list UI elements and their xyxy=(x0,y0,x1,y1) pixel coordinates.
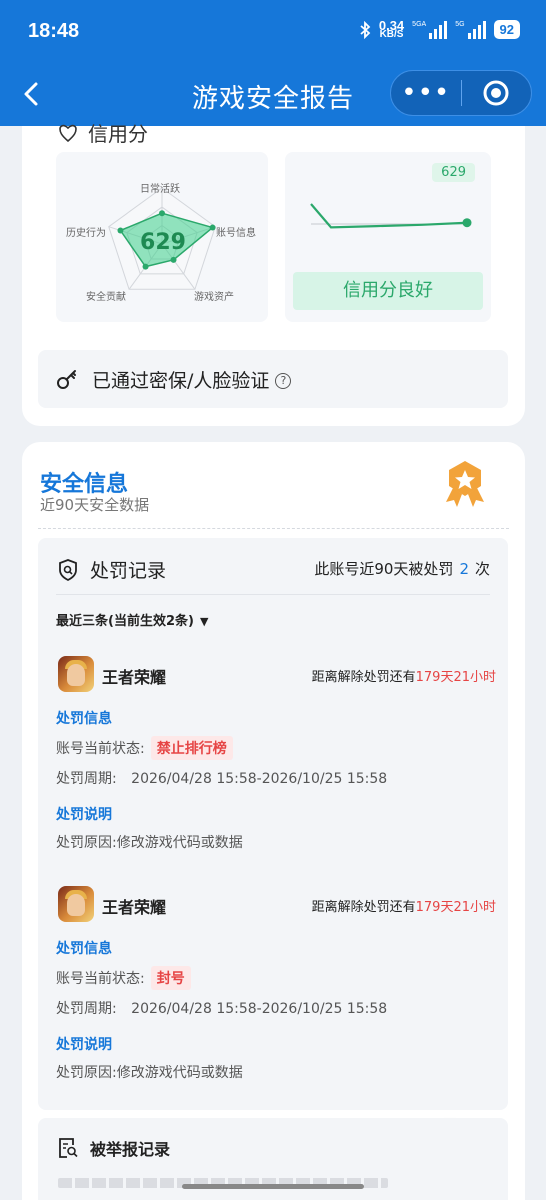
radar-label-account: 账号信息 xyxy=(216,228,256,239)
title-bar: 游戏安全报告 ••• xyxy=(0,64,546,126)
punishment-record: 王者荣耀 距离解除处罚还有179天21小时 处罚信息 账号当前状态: 封号 处罚周… xyxy=(56,886,496,1086)
punish-info-heading: 处罚信息 xyxy=(56,711,112,727)
account-status-row: 账号当前状态: 禁止排行榜 xyxy=(56,736,233,760)
heart-shield-icon xyxy=(59,124,77,142)
credit-score: 629 xyxy=(140,230,186,255)
signal-5g-icon: 5G xyxy=(455,20,486,39)
punish-reason-row: 处罚原因:修改游戏代码或数据 xyxy=(56,835,243,851)
status-badge: 封号 xyxy=(150,966,191,990)
game-icon xyxy=(58,656,94,692)
bluetooth-icon xyxy=(360,20,371,39)
status-badge: 禁止排行榜 xyxy=(150,736,233,760)
status-icons: 0.34 KB/S 5GA 5G 92 xyxy=(359,17,520,40)
punish-reason-row: 处罚原因:修改游戏代码或数据 xyxy=(56,1065,243,1081)
radar-label-assets: 游戏资产 xyxy=(194,292,234,303)
remaining-time: 距离解除处罚还有179天21小时 xyxy=(311,670,496,685)
punishment-divider xyxy=(56,594,490,595)
report-heading: 被举报记录 xyxy=(58,1136,170,1160)
punishment-panel: 处罚记录 此账号近90天被处罚 2 次 最近三条(当前生效2条) ▼ 王者荣耀 距离解… xyxy=(38,538,508,1198)
status-bar: 18:48 0.34 KB/S 5GA 5G 92 xyxy=(0,0,546,64)
account-status-row: 账号当前状态: 封号 xyxy=(56,966,191,990)
credit-trend-panel: 629 信用分良好 xyxy=(285,152,491,322)
credit-radar-chart: 日常活跃 账号信息 游戏资产 安全贡献 历史行为 629 xyxy=(56,152,268,322)
gesture-home-bar[interactable] xyxy=(182,1184,364,1189)
key-icon xyxy=(57,370,76,389)
status-time: 18:48 xyxy=(28,20,80,42)
radar-point xyxy=(142,263,149,270)
verification-text: 已通过密保/人脸验证 xyxy=(92,369,270,392)
game-name: 王者荣耀 xyxy=(102,898,167,917)
shield-search-icon xyxy=(59,558,77,581)
more-dots-icon[interactable]: ••• xyxy=(391,80,461,106)
punishment-filter-dropdown[interactable]: 最近三条(当前生效2条) ▼ xyxy=(56,610,208,629)
target-icon[interactable] xyxy=(462,79,532,107)
net-speed: 0.34 KB/S xyxy=(378,17,405,40)
radar-label-history: 历史行为 xyxy=(66,228,106,239)
question-circle-icon[interactable]: ? xyxy=(275,373,292,389)
remaining-time: 距离解除处罚还有179天21小时 xyxy=(311,900,496,915)
punishment-record: 王者荣耀 距离解除处罚还有179天21小时 处罚信息 账号当前状态: 禁止排行榜 … xyxy=(56,656,496,856)
signal-5ga-icon: 5GA xyxy=(412,20,448,39)
credit-heading: 信用分 xyxy=(58,118,148,147)
game-name: 王者荣耀 xyxy=(102,668,167,687)
punishment-count: 此账号近90天被处罚 2 次 xyxy=(314,560,490,578)
punish-desc-heading: 处罚说明 xyxy=(56,807,112,823)
security-info-card: 安全信息 近90天安全数据 处罚记录 此账号近90天被处罚 2 次 最近三条(当前生… xyxy=(22,442,525,1200)
punish-desc-heading: 处罚说明 xyxy=(56,1037,112,1053)
punish-period-row: 处罚周期: 2026/04/28 15:58-2026/10/25 15:58 xyxy=(56,771,388,787)
radar-point xyxy=(209,224,216,231)
punishment-heading: 处罚记录 xyxy=(58,556,166,583)
document-search-icon xyxy=(59,1138,78,1158)
credit-card: 信用分 日常活跃 账号信息 游戏资产 安全贡献 历史行为 629 629 信用分… xyxy=(22,122,525,426)
battery-indicator: 92 xyxy=(493,20,520,39)
verification-row[interactable]: 已通过密保/人脸验证? xyxy=(38,350,508,408)
punish-info-heading: 处罚信息 xyxy=(56,941,112,957)
trend-endpoint xyxy=(462,218,472,228)
radar-point xyxy=(170,256,177,263)
trend-chart xyxy=(310,203,472,229)
section-divider xyxy=(38,528,509,529)
radar-label-daily: 日常活跃 xyxy=(140,184,180,195)
game-icon xyxy=(58,886,94,922)
radar-point xyxy=(159,210,165,217)
miniapp-capsule: ••• xyxy=(390,70,532,116)
credit-status-button[interactable]: 信用分良好 xyxy=(293,272,483,310)
radar-label-contribution: 安全贡献 xyxy=(86,292,126,303)
punish-period-row: 处罚周期: 2026/04/28 15:58-2026/10/25 15:58 xyxy=(56,1001,388,1017)
radar-point xyxy=(117,227,124,234)
security-subtitle: 近90天安全数据 xyxy=(40,496,150,514)
caret-down-icon: ▼ xyxy=(199,615,209,628)
star-medal-icon xyxy=(446,461,484,507)
